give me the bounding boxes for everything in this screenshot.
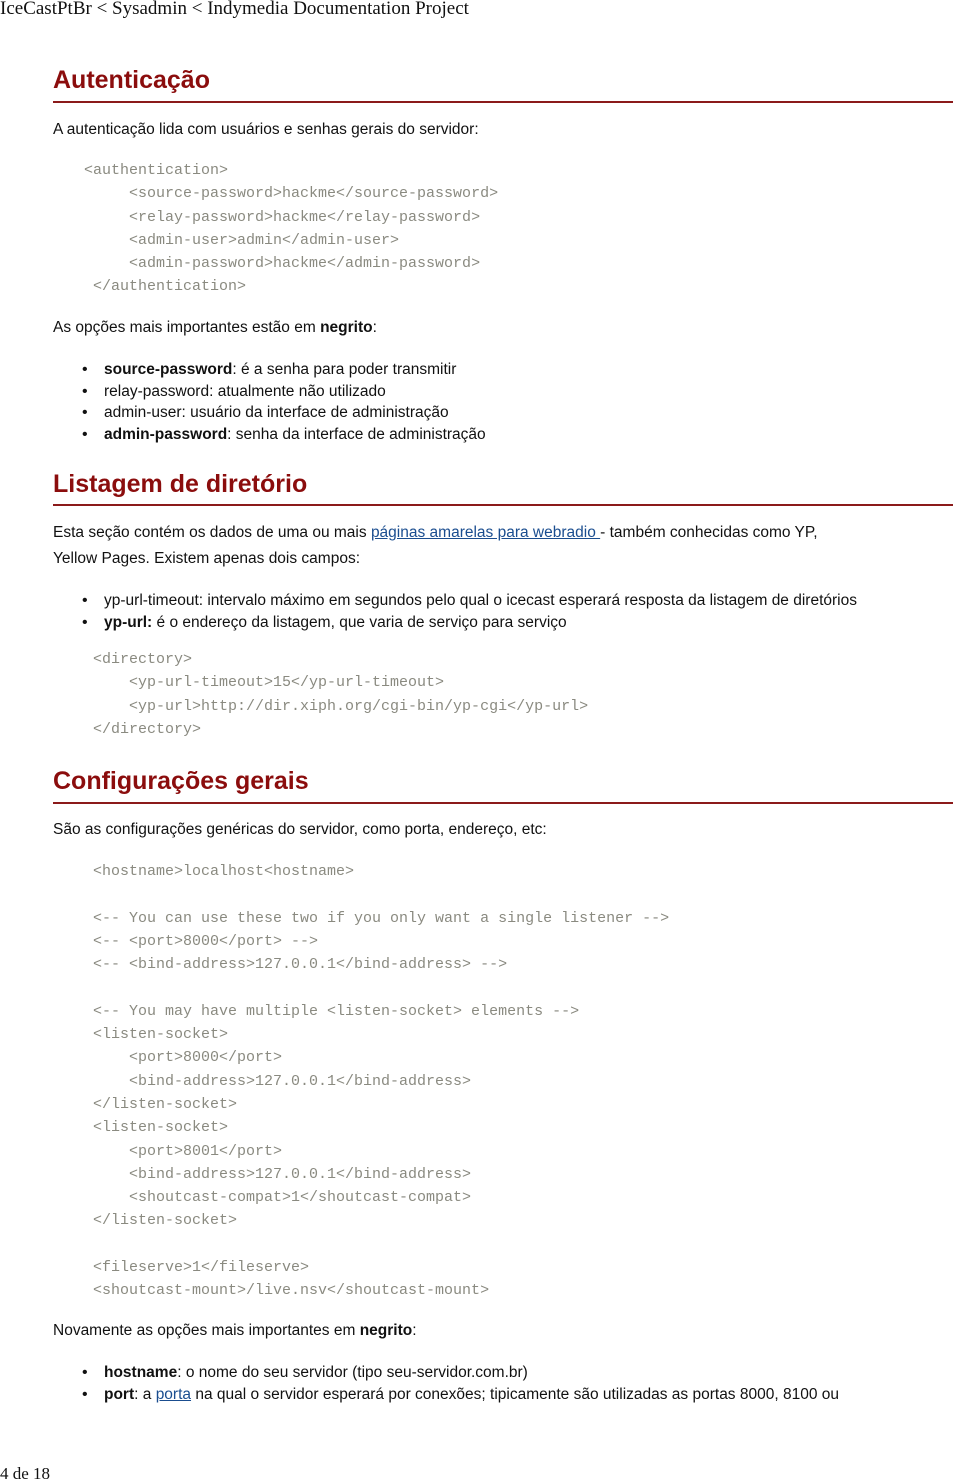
general-bold-note: Novamente as opções mais importantes em … <box>53 1322 417 1340</box>
general-intro: São as configurações genéricas do servid… <box>53 821 547 838</box>
option-desc: : é a senha para poder transmitir <box>232 361 457 378</box>
note-suffix: : <box>372 319 377 336</box>
list-item: • port: a porta na qual o servidor espera… <box>82 1384 839 1406</box>
bullet-icon: • <box>82 404 88 421</box>
bullet-icon: • <box>82 361 88 378</box>
option-desc-before: : a <box>134 1385 156 1403</box>
list-item: • admin-password: senha da interface de a… <box>82 424 486 446</box>
bullet-icon: • <box>82 1364 88 1381</box>
option-key: relay-password <box>104 382 210 400</box>
auth-code-block: <authentication> <source-password>hackme… <box>84 162 499 296</box>
option-desc: : usuário da interface de administração <box>181 404 449 421</box>
bullet-icon: • <box>82 1385 88 1403</box>
option-desc: : atualmente não utilizado <box>209 382 386 400</box>
directory-options-list: • yp-url-timeout: intervalo máximo em seg… <box>82 590 857 633</box>
note-prefix: Novamente as opções mais importantes em <box>53 1322 360 1339</box>
auth-intro: A autenticação lida com usuários e senha… <box>53 121 479 138</box>
note-prefix: As opções mais importantes estão em <box>53 319 321 336</box>
bullet-icon: • <box>82 613 88 631</box>
bullet-icon: • <box>82 382 88 400</box>
general-options-list: • hostname: o nome do seu servidor (tipo … <box>82 1362 839 1405</box>
intro-suffix: - também conhecidas como YP, <box>600 524 818 541</box>
directory-code-block: <directory> <yp-url-timeout>15</yp-url-t… <box>93 651 589 738</box>
directory-intro: Esta seção contém os dados de uma ou mai… <box>53 524 818 542</box>
option-desc-after: na qual o servidor esperará por conexões… <box>191 1385 839 1403</box>
note-suffix: : <box>412 1322 417 1339</box>
heading-autenticacao: Autenticação <box>53 66 210 94</box>
option-desc: é o endereço da listagem, que varia de s… <box>152 613 567 631</box>
option-key: port <box>104 1385 135 1403</box>
porta-link[interactable]: porta <box>156 1386 191 1403</box>
heading-rule <box>53 504 953 506</box>
page-indicator: 4 de 18 <box>0 1464 51 1483</box>
list-item: • source-password: é a senha para poder t… <box>82 359 486 381</box>
option-key: admin-password <box>104 425 228 443</box>
intro-prefix: Esta seção contém os dados de uma ou mai… <box>53 524 371 541</box>
option-key: hostname <box>104 1364 178 1381</box>
list-item: • yp-url-timeout: intervalo máximo em seg… <box>82 590 857 612</box>
heading-listagem-diretorio: Listagem de diretório <box>53 470 308 498</box>
option-desc: : intervalo máximo em segundos pelo qual… <box>198 592 857 609</box>
option-desc: : o nome do seu servidor (tipo seu-servi… <box>177 1364 528 1381</box>
list-item: • hostname: o nome do seu servidor (tipo … <box>82 1362 839 1384</box>
auth-bold-note: As opções mais importantes estão em negr… <box>53 319 377 337</box>
list-item: • admin-user: usuário da interface de adm… <box>82 402 486 424</box>
heading-configuracoes-gerais: Configurações gerais <box>53 767 309 795</box>
option-key: admin-user <box>104 404 182 421</box>
heading-rule <box>53 101 953 103</box>
yellow-pages-link[interactable]: páginas amarelas para webradio <box>371 524 600 541</box>
option-key: yp-url: <box>104 613 153 631</box>
note-bold-word: negrito <box>359 1322 413 1339</box>
directory-intro-line2: Yellow Pages. Existem apenas dois campos… <box>53 550 361 567</box>
general-code-block: <hostname>localhost<hostname> <-- You ca… <box>93 863 670 1300</box>
option-key: source-password <box>104 361 233 378</box>
option-key: yp-url-timeout <box>104 592 199 609</box>
heading-rule <box>53 802 953 804</box>
list-item: • relay-password: atualmente não utilizad… <box>82 381 486 403</box>
option-desc: : senha da interface de administração <box>227 425 486 443</box>
bullet-icon: • <box>82 425 88 443</box>
page-title: IceCastPtBr < Sysadmin < Indymedia Docum… <box>0 0 469 19</box>
bullet-icon: • <box>82 592 88 609</box>
list-item: • yp-url: é o endereço da listagem, que v… <box>82 612 857 634</box>
note-bold-word: negrito <box>320 319 373 336</box>
auth-options-list: • source-password: é a senha para poder t… <box>82 359 486 445</box>
